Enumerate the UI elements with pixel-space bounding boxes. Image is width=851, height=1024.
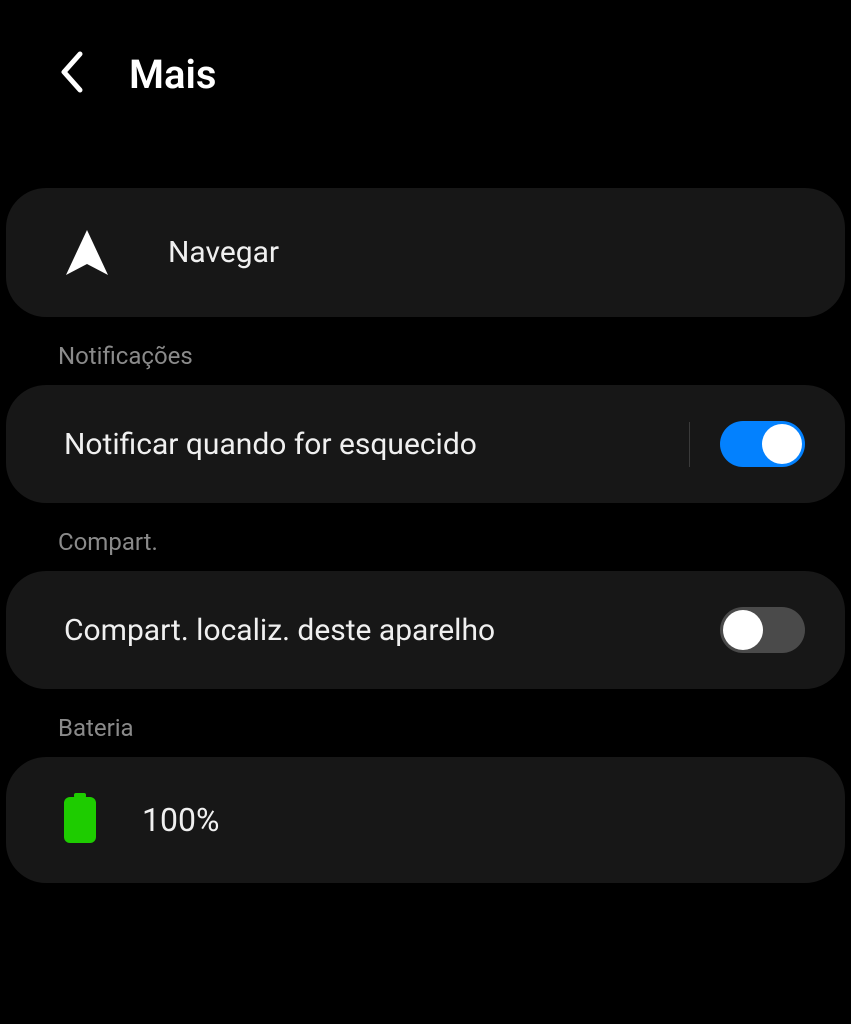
- sharing-section-label: Compart.: [0, 503, 851, 571]
- notify-when-forgotten-row[interactable]: Notificar quando for esquecido: [6, 385, 845, 503]
- share-location-row[interactable]: Compart. localiz. deste aparelho: [6, 571, 845, 689]
- notifications-section-label: Notificações: [0, 317, 851, 385]
- share-location-toggle[interactable]: [720, 607, 805, 653]
- page-title: Mais: [129, 51, 216, 98]
- share-location-label: Compart. localiz. deste aparelho: [64, 613, 720, 648]
- battery-section-label: Bateria: [0, 689, 851, 757]
- notify-when-forgotten-label: Notificar quando for esquecido: [64, 427, 689, 462]
- battery-icon: [64, 793, 96, 847]
- row-divider: [689, 422, 690, 467]
- battery-level: 100%: [142, 801, 219, 839]
- battery-row[interactable]: 100%: [6, 757, 845, 883]
- navigate-row[interactable]: Navegar: [6, 188, 845, 317]
- header: Mais: [0, 0, 851, 148]
- navigate-icon: [64, 228, 110, 277]
- back-icon[interactable]: [58, 50, 84, 98]
- navigate-label: Navegar: [168, 235, 805, 270]
- notify-when-forgotten-toggle[interactable]: [720, 421, 805, 467]
